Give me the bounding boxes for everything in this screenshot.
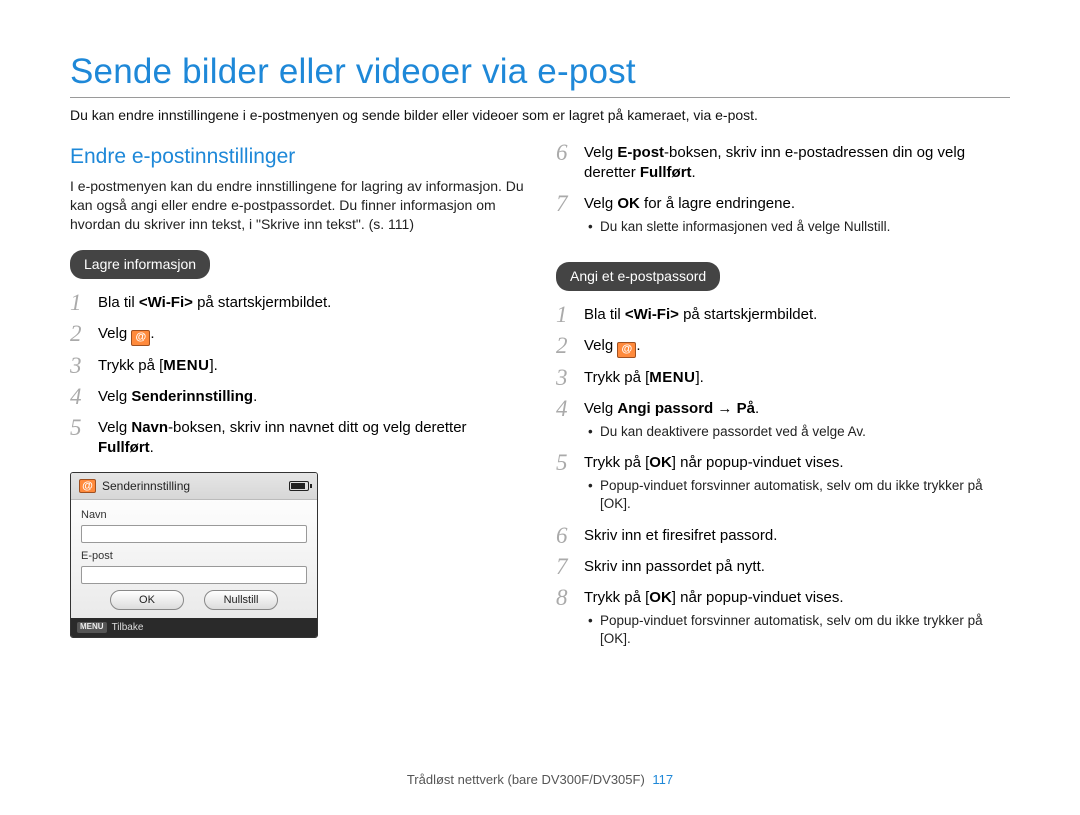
step-item: 5 Velg Navn-boksen, skriv inn navnet dit…: [70, 418, 524, 459]
step-item: 2 Velg .: [556, 336, 1010, 358]
step-body: Velg Navn-boksen, skriv inn navnet ditt …: [94, 418, 524, 459]
step-subitem: Du kan slette informasjonen ved å velge …: [584, 218, 1010, 236]
step-number: 7: [556, 555, 580, 578]
device-field-label-name: Navn: [81, 508, 307, 523]
step-body: Bla til <Wi-Fi> på startskjermbildet.: [580, 305, 1010, 325]
device-panel-title: Senderinnstilling: [102, 478, 190, 494]
step-number: 4: [556, 397, 580, 420]
device-back-label: Tilbake: [112, 621, 144, 635]
email-icon: [131, 330, 150, 346]
title-rule: [70, 97, 1010, 98]
pill-set-password: Angi et e-postpassord: [556, 262, 720, 291]
step-number: 3: [70, 354, 94, 377]
device-field-input-email[interactable]: [81, 566, 307, 584]
ok-icon: OK: [649, 454, 672, 471]
device-reset-button[interactable]: Nullstill: [204, 590, 278, 610]
step-item: 7 Velg OK for å lagre endringene. Du kan…: [556, 194, 1010, 238]
footer-text: Trådløst nettverk (bare DV300F/DV305F): [407, 772, 645, 787]
step-item: 5 Trykk på [OK] når popup-vinduet vises.…: [556, 453, 1010, 516]
step-subitem: Popup-vinduet forsvinner automatisk, sel…: [584, 612, 1010, 648]
right-column: 6 Velg E-post-boksen, skriv inn e-postad…: [556, 143, 1010, 660]
step-number: 2: [70, 322, 94, 345]
section-intro-settings: I e-postmenyen kan du endre innstillinge…: [70, 177, 524, 234]
pill-save-info: Lagre informasjon: [70, 250, 210, 279]
step-item: 4 Velg Angi passord → På. Du kan deaktiv…: [556, 399, 1010, 443]
device-panel-footer: MENU Tilbake: [71, 618, 317, 638]
step-item: 1 Bla til <Wi-Fi> på startskjermbildet.: [556, 305, 1010, 326]
step-sublist: Popup-vinduet forsvinner automatisk, sel…: [584, 477, 1010, 513]
intro-text: Du kan endre innstillingene i e-postmeny…: [70, 106, 1010, 125]
device-panel: Senderinnstilling Navn E-post OK Nullsti…: [70, 472, 318, 638]
step-item: 4 Velg Senderinnstilling.: [70, 387, 524, 408]
battery-icon: [289, 481, 309, 491]
page-number: 117: [652, 772, 673, 787]
step-item: 2 Velg .: [70, 324, 524, 346]
step-item: 7 Skriv inn passordet på nytt.: [556, 557, 1010, 578]
ok-icon: OK: [649, 589, 672, 606]
steps-set-password: 1 Bla til <Wi-Fi> på startskjermbildet. …: [556, 305, 1010, 650]
page-footer: Trådløst nettverk (bare DV300F/DV305F) 1…: [0, 771, 1080, 789]
step-body: Velg .: [94, 324, 524, 346]
step-number: 6: [556, 141, 580, 164]
menu-icon: MENU: [649, 369, 695, 386]
step-sublist: Popup-vinduet forsvinner automatisk, sel…: [584, 612, 1010, 648]
step-body: Trykk på [MENU].: [94, 356, 524, 376]
step-body: Velg .: [580, 336, 1010, 358]
device-panel-body: Navn E-post OK Nullstill: [71, 500, 317, 618]
step-body: Trykk på [OK] når popup-vinduet vises. P…: [580, 453, 1010, 516]
step-item: 3 Trykk på [MENU].: [556, 368, 1010, 389]
email-icon: [79, 479, 96, 493]
step-number: 6: [556, 524, 580, 547]
step-subitem: Du kan deaktivere passordet ved å velge …: [584, 423, 1010, 441]
step-body: Velg Angi passord → På. Du kan deaktiver…: [580, 399, 1010, 443]
device-field-label-email: E-post: [81, 549, 307, 564]
step-body: Skriv inn passordet på nytt.: [580, 557, 1010, 577]
step-body: Velg E-post-boksen, skriv inn e-postadre…: [580, 143, 1010, 184]
steps-save-info-continued: 6 Velg E-post-boksen, skriv inn e-postad…: [556, 143, 1010, 238]
step-body: Trykk på [MENU].: [580, 368, 1010, 388]
step-sublist: Du kan slette informasjonen ved å velge …: [584, 218, 1010, 236]
step-body: Velg OK for å lagre endringene. Du kan s…: [580, 194, 1010, 238]
step-body: Trykk på [OK] når popup-vinduet vises. P…: [580, 588, 1010, 651]
device-ok-button[interactable]: OK: [110, 590, 184, 610]
step-item: 1 Bla til <Wi-Fi> på startskjermbildet.: [70, 293, 524, 314]
menu-badge-icon: MENU: [77, 622, 107, 633]
step-number: 5: [556, 451, 580, 474]
device-panel-header: Senderinnstilling: [71, 473, 317, 500]
step-item: 6 Skriv inn et firesifret passord.: [556, 526, 1010, 547]
step-item: 6 Velg E-post-boksen, skriv inn e-postad…: [556, 143, 1010, 184]
step-number: 8: [556, 586, 580, 609]
section-heading-settings: Endre e-postinnstillinger: [70, 143, 524, 171]
step-number: 2: [556, 334, 580, 357]
step-body: Skriv inn et firesifret passord.: [580, 526, 1010, 546]
step-body: Velg Senderinnstilling.: [94, 387, 524, 407]
page-title: Sende bilder eller videoer via e-post: [70, 48, 1010, 95]
menu-icon: MENU: [163, 357, 209, 374]
step-sublist: Du kan deaktivere passordet ved å velge …: [584, 423, 1010, 441]
device-field-input-name[interactable]: [81, 525, 307, 543]
step-number: 3: [556, 366, 580, 389]
step-item: 3 Trykk på [MENU].: [70, 356, 524, 377]
email-icon: [617, 342, 636, 358]
step-number: 1: [556, 303, 580, 326]
step-item: 8 Trykk på [OK] når popup-vinduet vises.…: [556, 588, 1010, 651]
step-number: 7: [556, 192, 580, 215]
left-column: Endre e-postinnstillinger I e-postmenyen…: [70, 143, 524, 660]
step-number: 1: [70, 291, 94, 314]
step-number: 5: [70, 416, 94, 439]
step-body: Bla til <Wi-Fi> på startskjermbildet.: [94, 293, 524, 313]
step-subitem: Popup-vinduet forsvinner automatisk, sel…: [584, 477, 1010, 513]
step-number: 4: [70, 385, 94, 408]
steps-save-info: 1 Bla til <Wi-Fi> på startskjermbildet. …: [70, 293, 524, 458]
